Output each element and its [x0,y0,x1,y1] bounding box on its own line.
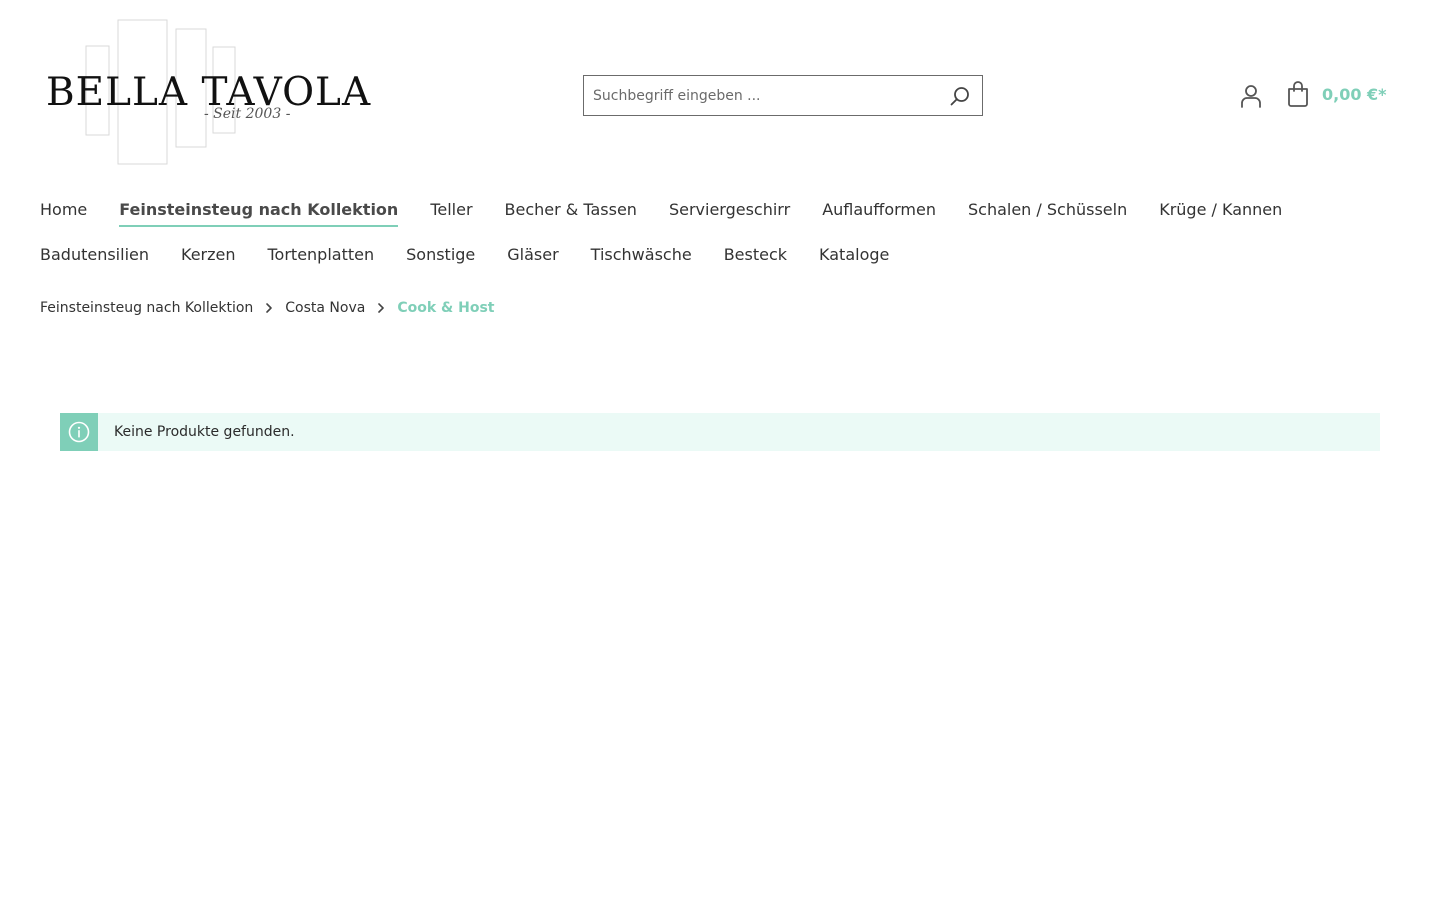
nav-item-auflaufformen[interactable]: Auflaufformen [822,196,936,225]
shopping-bag-icon [1288,81,1308,107]
nav-item-becher-tassen[interactable]: Becher & Tassen [505,196,637,225]
alert-message: Keine Produkte gefunden. [114,424,295,440]
search-icon [950,86,969,105]
search-button[interactable] [938,76,982,115]
breadcrumb: Feinsteinsteug nach Kollektion Costa Nov… [40,300,494,316]
chevron-right-icon [377,302,385,314]
nav-item-sonstige[interactable]: Sonstige [406,241,475,270]
nav-item-teller[interactable]: Teller [430,196,472,225]
nav-item-tortenplatten[interactable]: Tortenplatten [268,241,375,270]
logo[interactable]: BELLA TAVOLA - Seit 2003 - [40,18,370,166]
nav-item-home[interactable]: Home [40,196,87,225]
nav-item-feinsteinsteug-nach-kollektion[interactable]: Feinsteinsteug nach Kollektion [119,196,399,227]
logo-tagline: - Seit 2003 - [204,106,291,122]
nav-item-kruege-kannen[interactable]: Krüge / Kannen [1159,196,1282,225]
cart-total: 0,00 €* [1322,84,1387,104]
user-icon [1241,85,1261,108]
nav-item-schalen-schuesseln[interactable]: Schalen / Schüsseln [968,196,1127,225]
nav-item-tischwaesche[interactable]: Tischwäsche [591,241,692,270]
breadcrumb-item-current: Cook & Host [397,300,495,316]
breadcrumb-item-costa-nova[interactable]: Costa Nova [285,300,365,316]
search-form [583,75,983,116]
nav-row-1: Home Feinsteinsteug nach Kollektion Tell… [40,196,1400,241]
nav-item-kerzen[interactable]: Kerzen [181,241,236,270]
cart-button[interactable]: 0,00 €* [1286,81,1387,107]
breadcrumb-item-feinsteinsteug-nach-kollektion[interactable]: Feinsteinsteug nach Kollektion [40,300,253,316]
main-navigation: Home Feinsteinsteug nach Kollektion Tell… [40,196,1400,286]
search-input[interactable] [584,76,938,115]
nav-item-besteck[interactable]: Besteck [724,241,787,270]
info-alert: Keine Produkte gefunden. [60,413,1380,451]
nav-item-serviergeschirr[interactable]: Serviergeschirr [669,196,790,225]
nav-item-glaeser[interactable]: Gläser [507,241,558,270]
chevron-right-icon [265,302,273,314]
nav-item-badutensilien[interactable]: Badutensilien [40,241,149,270]
account-button[interactable] [1238,83,1264,109]
nav-item-kataloge[interactable]: Kataloge [819,241,889,270]
info-icon [60,413,98,451]
nav-row-2: Badutensilien Kerzen Tortenplatten Sonst… [40,241,1400,286]
